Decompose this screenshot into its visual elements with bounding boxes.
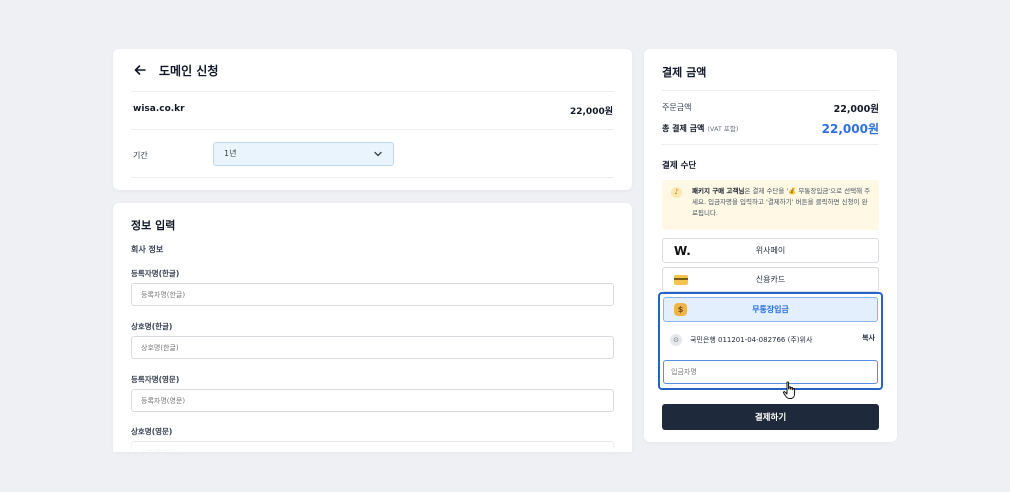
registrant-en-label: 등록자명(영문)	[131, 375, 180, 384]
company-info-heading: 회사 정보	[131, 245, 164, 254]
chevron-down-icon	[374, 151, 382, 157]
scroll-fade	[113, 438, 632, 452]
company-kr-input[interactable]	[131, 336, 614, 359]
depositor-name-input[interactable]	[663, 360, 878, 384]
notice-strong: 패키지 구매 고객님	[692, 187, 745, 195]
back-arrow-icon[interactable]	[133, 63, 147, 77]
domain-name: wisa.co.kr	[133, 104, 185, 114]
page-title: 도메인 신청	[159, 63, 219, 78]
bank-transfer-label: 무통장입금	[752, 305, 789, 314]
divider	[131, 129, 614, 130]
wisapay-label: 위사페이	[755, 246, 786, 255]
period-label: 기간	[133, 151, 148, 160]
bank-transfer-option[interactable]: $ 무통장입금	[663, 297, 878, 322]
divider	[131, 177, 614, 178]
wisapay-option[interactable]: W. 위사페이	[662, 238, 879, 263]
payment-title: 결제 금액	[662, 66, 707, 79]
credit-card-option[interactable]: 신용카드	[662, 267, 879, 292]
vat-note: (VAT 포함)	[707, 125, 739, 133]
bank-icon: ⊙	[670, 334, 682, 346]
payment-card: 결제 금액 주문금액 22,000원 총 결제 금액 (VAT 포함) 22,00…	[644, 49, 897, 442]
divider	[662, 144, 879, 145]
payment-method-title: 결제 수단	[662, 161, 697, 171]
order-amount-value: 22,000원	[833, 104, 879, 115]
period-select[interactable]: 1년	[213, 142, 394, 166]
bank-account-text: 국민은행 011201-04-082766 (주)위사	[690, 336, 813, 344]
hand-pointer-icon	[782, 381, 796, 399]
registrant-kr-input[interactable]	[131, 283, 614, 306]
package-notice: ♪ 패키지 구매 고객님은 결제 수단을 '💰 무통장입금'으로 선택해 주세요…	[662, 180, 879, 230]
domain-price: 22,000원	[569, 107, 613, 117]
bank-transfer-panel: $ 무통장입금 ⊙ 국민은행 011201-04-082766 (주)위사 복사	[658, 292, 883, 390]
registrant-en-input[interactable]	[131, 389, 614, 412]
info-input-card: 정보 입력 회사 정보 등록자명(한글) 상호명(한글) 등록자명(영문) 상호…	[113, 203, 632, 452]
credit-card-label: 신용카드	[755, 275, 786, 284]
order-amount-label: 주문금액	[662, 103, 692, 112]
divider	[131, 91, 614, 92]
total-amount-label: 총 결제 금액 (VAT 포함)	[662, 123, 738, 134]
page-header: 도메인 신청	[133, 62, 218, 78]
registrant-kr-label: 등록자명(한글)	[131, 269, 180, 278]
bell-icon: ♪	[671, 187, 682, 198]
domain-request-card: 도메인 신청 wisa.co.kr 22,000원 기간 1년	[113, 49, 632, 190]
company-kr-label: 상호명(한글)	[131, 322, 173, 331]
company-en-label: 상호명(영문)	[131, 427, 173, 436]
period-selected-value: 1년	[224, 149, 237, 158]
pay-button[interactable]: 결제하기	[662, 404, 879, 430]
total-label-text: 총 결제 금액	[662, 124, 705, 133]
section-title: 정보 입력	[131, 219, 176, 232]
copy-button[interactable]: 복사	[862, 333, 875, 343]
divider	[662, 90, 879, 91]
total-amount-value: 22,000원	[821, 122, 879, 136]
bank-account-row: ⊙ 국민은행 011201-04-082766 (주)위사 복사	[670, 333, 875, 347]
